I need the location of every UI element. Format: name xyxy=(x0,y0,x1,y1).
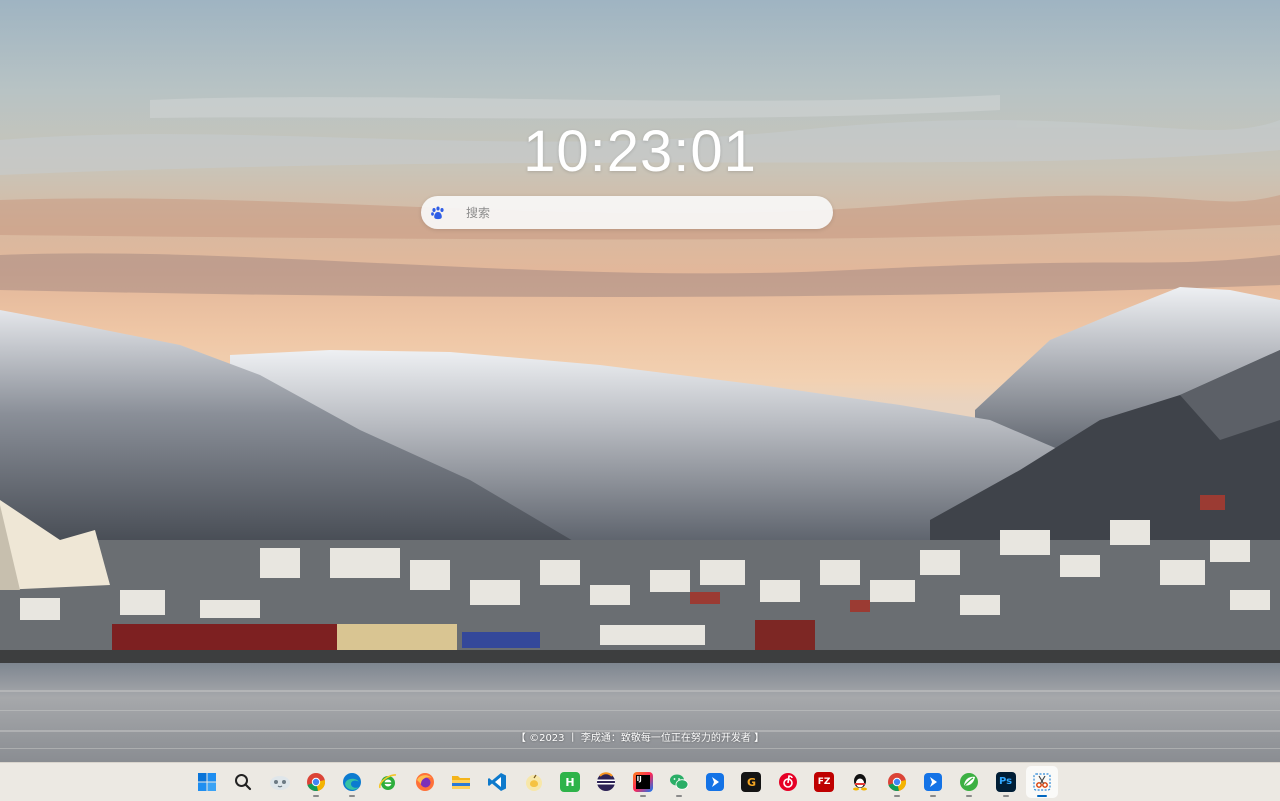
file-explorer-icon xyxy=(452,776,471,789)
firefox-icon xyxy=(415,773,434,791)
hbuilder-icon: H xyxy=(559,772,580,792)
blue-arrow-app-icon xyxy=(923,773,942,791)
taskbar-chrome-2[interactable] xyxy=(881,766,913,798)
taskbar-icons: H IJ G FZ Ps xyxy=(191,766,1062,798)
eclipse-icon xyxy=(597,772,616,791)
taskbar-intellij[interactable]: IJ xyxy=(627,766,659,798)
blue-arrow-app-icon xyxy=(706,773,725,791)
filezilla-icon: FZ xyxy=(814,772,835,792)
taskbar-widgets-button[interactable] xyxy=(264,766,296,798)
taskbar-filezilla[interactable]: FZ xyxy=(808,766,840,798)
qq-penguin-icon xyxy=(853,774,868,791)
wallpaper-landscape xyxy=(0,95,1280,762)
baidu-paw-icon[interactable] xyxy=(421,196,454,229)
taskbar-firefox[interactable] xyxy=(409,766,441,798)
active-indicator xyxy=(1036,795,1047,797)
peach-app-icon xyxy=(525,774,542,791)
taskbar-file-explorer[interactable] xyxy=(445,766,477,798)
taskbar-blue-app-2[interactable] xyxy=(917,766,949,798)
green-leaf-app-icon xyxy=(960,773,979,791)
taskbar-peach-app[interactable] xyxy=(518,766,550,798)
taskbar: H IJ G FZ Ps xyxy=(0,762,1280,801)
desktop-wallpaper xyxy=(0,0,1280,762)
g-app-icon: G xyxy=(741,772,762,792)
running-indicator xyxy=(966,795,973,797)
edge-icon xyxy=(343,773,362,791)
taskbar-netease-music[interactable] xyxy=(772,766,804,798)
intellij-idea-icon: IJ xyxy=(635,775,650,789)
search-icon xyxy=(235,774,252,791)
vscode-icon xyxy=(488,773,507,791)
chrome-icon xyxy=(306,773,325,792)
running-indicator xyxy=(639,795,646,797)
taskbar-g-app[interactable]: G xyxy=(735,766,767,798)
taskbar-start-button[interactable] xyxy=(191,766,223,798)
taskbar-blue-app[interactable] xyxy=(699,766,731,798)
taskbar-hbuilder[interactable]: H xyxy=(554,766,586,798)
taskbar-edge[interactable] xyxy=(336,766,368,798)
taskbar-snipping-tool[interactable] xyxy=(1025,766,1058,798)
windows-start-icon xyxy=(198,773,216,791)
search-input[interactable] xyxy=(464,196,828,229)
taskbar-chrome[interactable] xyxy=(300,766,332,798)
internet-explorer-icon xyxy=(379,774,397,790)
widgets-icon xyxy=(269,776,290,790)
snipping-tool-icon xyxy=(1033,773,1051,791)
taskbar-ie[interactable] xyxy=(372,766,404,798)
taskbar-wechat[interactable] xyxy=(663,766,695,798)
photoshop-icon: Ps xyxy=(995,772,1016,792)
running-indicator xyxy=(675,795,682,797)
taskbar-vscode[interactable] xyxy=(481,766,513,798)
clock-display: 10:23:01 xyxy=(523,119,757,184)
wechat-icon xyxy=(669,774,689,790)
chrome-icon xyxy=(887,773,906,792)
search-bar[interactable] xyxy=(421,196,833,229)
taskbar-qq[interactable] xyxy=(844,766,876,798)
running-indicator xyxy=(929,795,936,797)
running-indicator xyxy=(893,795,900,797)
running-indicator xyxy=(349,795,356,797)
taskbar-photoshop[interactable]: Ps xyxy=(990,766,1022,798)
taskbar-eclipse[interactable] xyxy=(590,766,622,798)
taskbar-search-button[interactable] xyxy=(227,766,259,798)
footer-copyright: 【 ©2023 丨 李成通：致敬每一位正在努力的开发者 】 xyxy=(515,733,765,744)
running-indicator xyxy=(1002,795,1009,797)
taskbar-green-app[interactable] xyxy=(953,766,985,798)
netease-music-icon xyxy=(778,773,797,791)
running-indicator xyxy=(312,795,319,797)
